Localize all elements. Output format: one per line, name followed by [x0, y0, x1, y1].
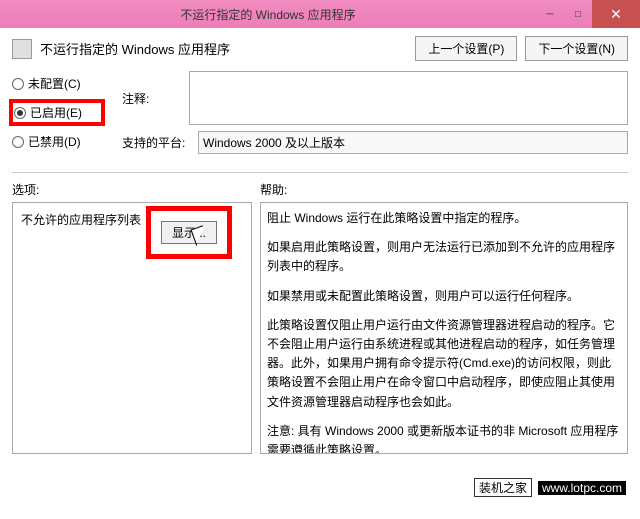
radio-icon — [14, 107, 26, 119]
radio-label: 已启用(E) — [30, 104, 82, 121]
list-label: 不允许的应用程序列表 — [21, 211, 141, 228]
titlebar: 不运行指定的 Windows 应用程序 ─ □ ✕ — [0, 0, 640, 28]
next-setting-button[interactable]: 下一个设置(N) — [525, 36, 628, 61]
help-text: 此策略设置仅阻止用户运行由文件资源管理器进程启动的程序。它不会阻止用户运行由系统… — [267, 316, 621, 412]
help-text: 阻止 Windows 运行在此策略设置中指定的程序。 — [267, 209, 621, 228]
policy-title: 不运行指定的 Windows 应用程序 — [40, 39, 407, 58]
bottom-panels: 不允许的应用程序列表 显示... 阻止 Windows 运行在此策略设置中指定的… — [12, 202, 628, 454]
platform-label: 支持的平台: — [122, 134, 192, 151]
help-text: 注意: 具有 Windows 2000 或更新版本证书的非 Microsoft … — [267, 422, 621, 454]
close-button[interactable]: ✕ — [592, 0, 640, 28]
meta-column: 注释: 支持的平台: Windows 2000 及以上版本 — [122, 71, 628, 160]
comment-textarea[interactable] — [189, 71, 628, 125]
comment-label: 注释: — [122, 90, 183, 107]
prev-setting-button[interactable]: 上一个设置(P) — [415, 36, 517, 61]
watermark-text: 装机之家 — [474, 478, 532, 497]
options-label: 选项: — [12, 181, 260, 198]
comment-row: 注释: — [122, 71, 628, 125]
radio-enabled[interactable]: 已启用(E) — [12, 102, 102, 123]
watermark: 装机之家 www.lotpc.com — [474, 478, 626, 497]
show-highlight: 显示... — [151, 211, 227, 254]
header-row: 不运行指定的 Windows 应用程序 上一个设置(P) 下一个设置(N) — [12, 36, 628, 61]
minimize-button[interactable]: ─ — [536, 0, 564, 28]
policy-icon — [12, 39, 32, 59]
window-controls: ─ □ ✕ — [536, 0, 640, 28]
window-title: 不运行指定的 Windows 应用程序 — [0, 6, 536, 23]
dialog-content: 不运行指定的 Windows 应用程序 上一个设置(P) 下一个设置(N) 未配… — [0, 28, 640, 462]
help-panel: 阻止 Windows 运行在此策略设置中指定的程序。 如果启用此策略设置，则用户… — [260, 202, 628, 454]
radio-icon — [12, 136, 24, 148]
platform-row: 支持的平台: Windows 2000 及以上版本 — [122, 131, 628, 154]
radio-label: 已禁用(D) — [28, 133, 81, 150]
show-button[interactable]: 显示... — [161, 221, 217, 244]
radio-label: 未配置(C) — [28, 75, 81, 92]
help-text: 如果禁用或未配置此策略设置，则用户可以运行任何程序。 — [267, 287, 621, 306]
section-labels: 选项: 帮助: — [12, 181, 628, 198]
watermark-url: www.lotpc.com — [538, 481, 626, 495]
maximize-button[interactable]: □ — [564, 0, 592, 28]
config-area: 未配置(C) 已启用(E) 已禁用(D) 注释: 支持的平台: Windows … — [12, 71, 628, 160]
help-text: 如果启用此策略设置，则用户无法运行已添加到不允许的应用程序列表中的程序。 — [267, 238, 621, 276]
radio-unconfigured[interactable]: 未配置(C) — [12, 75, 102, 92]
radio-disabled[interactable]: 已禁用(D) — [12, 133, 102, 150]
radio-icon — [12, 78, 24, 90]
platform-value: Windows 2000 及以上版本 — [198, 131, 628, 154]
divider — [12, 172, 628, 173]
radio-group: 未配置(C) 已启用(E) 已禁用(D) — [12, 71, 102, 160]
options-panel: 不允许的应用程序列表 显示... — [12, 202, 252, 454]
help-label: 帮助: — [260, 181, 287, 198]
